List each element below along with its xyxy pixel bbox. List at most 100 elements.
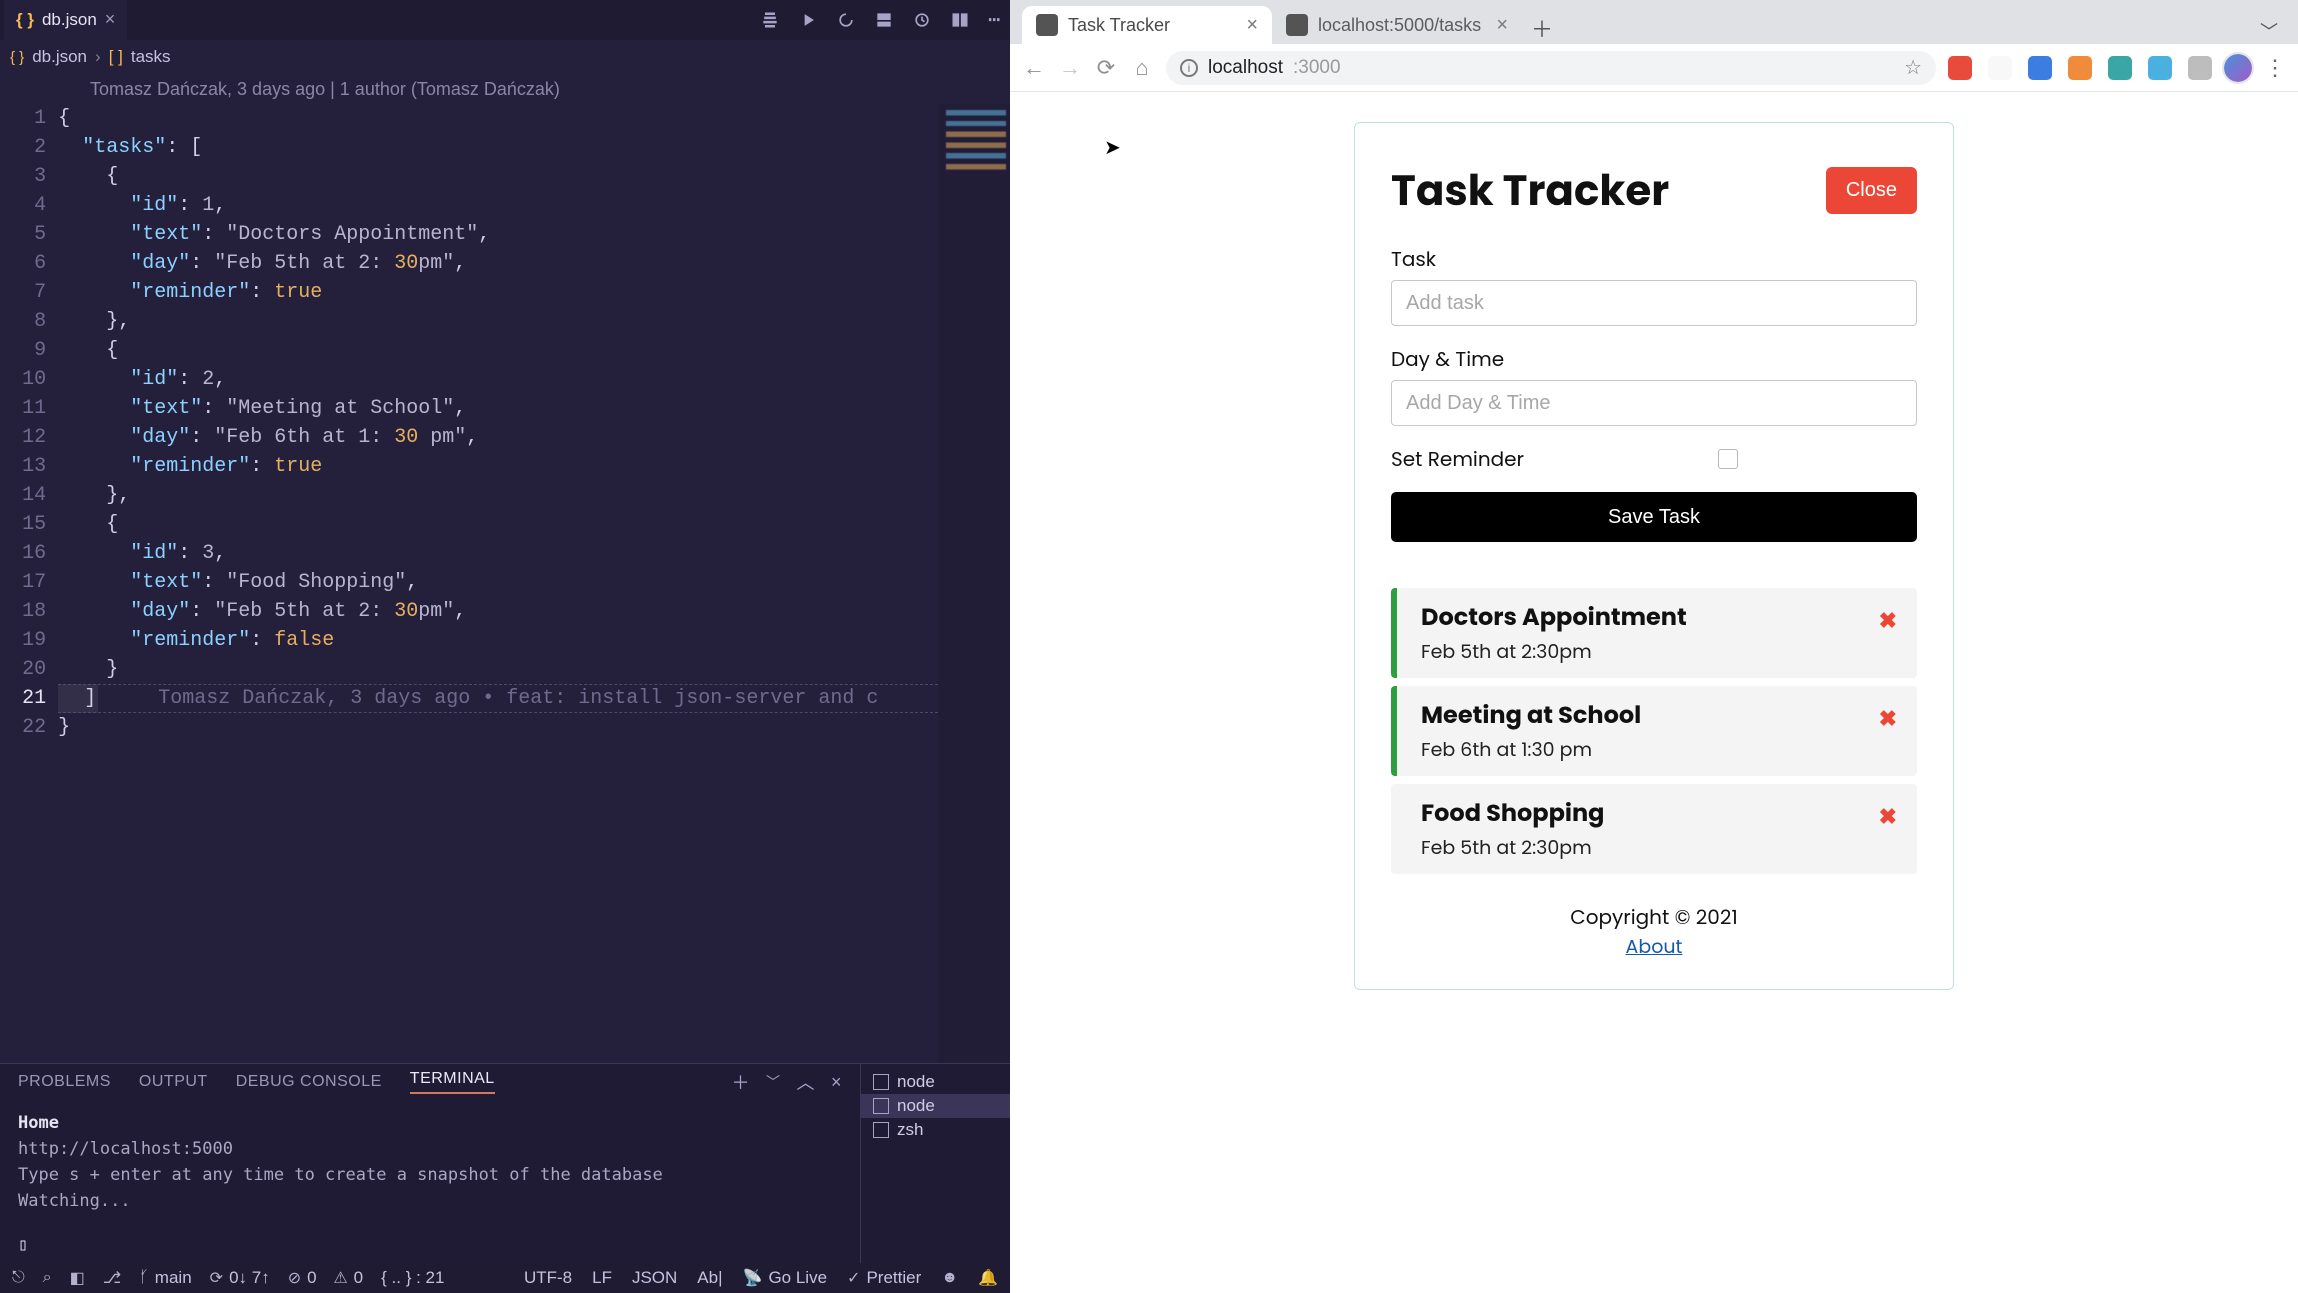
status-prettier[interactable]: ✓Prettier (847, 1268, 921, 1288)
editor-tab-dbjson[interactable]: { } db.json × (4, 0, 127, 40)
browser-tab-json[interactable]: localhost:5000/tasks × (1272, 6, 1522, 44)
terminal-output[interactable]: Homehttp://localhost:5000Type s + enter … (0, 1100, 860, 1235)
array-icon: [ ] (109, 47, 123, 67)
status-branch[interactable]: ᚶmain (139, 1268, 191, 1288)
terminal-item[interactable]: zsh (861, 1118, 1010, 1142)
panel-actions: ＋ ﹀ ︿ × (731, 1069, 842, 1095)
reminder-checkbox[interactable] (1718, 449, 1738, 469)
app-title: Task Tracker (1391, 159, 1669, 222)
task-text: Meeting at School (1421, 698, 1897, 733)
terminal-dropdown-icon[interactable]: ﹀ (766, 1072, 781, 1092)
new-tab-button[interactable]: ＋ (1526, 12, 1558, 44)
task-label: Task (1391, 244, 1917, 274)
close-button[interactable]: Close (1826, 167, 1917, 214)
status-sc[interactable]: ⎇ (103, 1268, 121, 1288)
split-down-icon[interactable] (874, 10, 894, 30)
open-changes-icon[interactable] (912, 10, 932, 30)
url-port: :3000 (1293, 57, 1341, 79)
back-button[interactable]: ← (1022, 55, 1046, 81)
terminal-list: nodenodezsh (860, 1064, 1010, 1263)
panel-tab-output[interactable]: OUTPUT (139, 1073, 208, 1091)
maximize-panel-icon[interactable]: ︿ (796, 1069, 815, 1095)
status-encoding[interactable]: UTF-8 (524, 1268, 572, 1288)
close-tab-icon[interactable]: × (1496, 14, 1508, 37)
close-panel-icon[interactable]: × (831, 1072, 842, 1093)
extension-icon[interactable] (2028, 56, 2052, 80)
extension-icon[interactable] (1948, 56, 1972, 80)
home-button[interactable]: ⌂ (1130, 55, 1154, 81)
tab-list-icon[interactable]: ﹀ (2260, 18, 2278, 44)
status-spell[interactable]: Ab| (697, 1268, 722, 1288)
extension-icon[interactable] (2108, 56, 2132, 80)
profile-avatar[interactable] (2224, 54, 2252, 82)
task-item[interactable]: Meeting at SchoolFeb 6th at 1:30 pm✖ (1391, 686, 1917, 776)
task-item[interactable]: Food ShoppingFeb 5th at 2:30pm✖ (1391, 784, 1917, 874)
copyright: Copyright © 2021 (1391, 902, 1917, 932)
day-input[interactable] (1391, 380, 1917, 426)
browser-tab-strip: Task Tracker × localhost:5000/tasks × ＋ … (1010, 0, 2298, 44)
task-text: Doctors Appointment (1421, 600, 1897, 635)
mouse-cursor: ➤ (1104, 132, 1121, 162)
panel-tab-debug[interactable]: DEBUG CONSOLE (236, 1073, 382, 1091)
site-info-icon[interactable]: i (1180, 59, 1198, 77)
bookmark-icon[interactable]: ☆ (1904, 55, 1922, 80)
editor-body: 12345678910111213141516171819202122 { "t… (0, 104, 1010, 1063)
status-eol[interactable]: LF (592, 1268, 612, 1288)
status-account[interactable]: ◧ (70, 1268, 85, 1288)
task-day: Feb 5th at 2:30pm (1421, 833, 1897, 862)
reload-button[interactable]: ⟳ (1094, 55, 1118, 81)
breadcrumb[interactable]: { } db.json › [ ] tasks (0, 40, 1010, 74)
run-previous-icon[interactable] (760, 10, 780, 30)
terminal-item[interactable]: node (861, 1094, 1010, 1118)
browser-tab-tasktracker[interactable]: Task Tracker × (1022, 6, 1272, 44)
day-label: Day & Time (1391, 344, 1917, 374)
task-list: Doctors AppointmentFeb 5th at 2:30pm✖Mee… (1391, 588, 1917, 874)
task-item[interactable]: Doctors AppointmentFeb 5th at 2:30pm✖ (1391, 588, 1917, 678)
close-tab-icon[interactable]: × (105, 9, 116, 30)
compare-icon[interactable] (836, 10, 856, 30)
delete-task-icon[interactable]: ✖ (1879, 800, 1897, 833)
new-terminal-icon[interactable]: ＋ (731, 1069, 750, 1095)
status-golive[interactable]: 📡Go Live (743, 1268, 828, 1288)
panel-tab-terminal[interactable]: TERMINAL (410, 1070, 495, 1094)
extension-icon[interactable] (2148, 56, 2172, 80)
page: ➤ Task Tracker Close Task Day & Time Set… (1010, 92, 2298, 1293)
delete-task-icon[interactable]: ✖ (1879, 702, 1897, 735)
extension-icon[interactable] (2068, 56, 2092, 80)
about-link[interactable]: About (1626, 933, 1683, 960)
footer: Copyright © 2021 About (1391, 902, 1917, 961)
status-bell[interactable]: 🔔 (978, 1268, 998, 1288)
close-tab-icon[interactable]: × (1246, 14, 1258, 37)
extension-icon[interactable] (1988, 56, 2012, 80)
terminal-item[interactable]: node (861, 1070, 1010, 1094)
url-bar[interactable]: i localhost:3000 ☆ (1166, 51, 1936, 85)
card-header: Task Tracker Close (1391, 159, 1917, 222)
code-area[interactable]: { "tasks": [ { "id": 1, "text": "Doctors… (58, 104, 938, 1063)
panel: PROBLEMS OUTPUT DEBUG CONSOLE TERMINAL ＋… (0, 1063, 1010, 1263)
extension-icon[interactable] (2188, 56, 2212, 80)
task-tracker-card: Task Tracker Close Task Day & Time Set R… (1354, 122, 1954, 990)
save-task-button[interactable]: Save Task (1391, 492, 1917, 542)
delete-task-icon[interactable]: ✖ (1879, 604, 1897, 637)
reminder-label: Set Reminder (1391, 444, 1524, 474)
task-day: Feb 5th at 2:30pm (1421, 637, 1897, 666)
status-lang[interactable]: JSON (632, 1268, 677, 1288)
status-cursor[interactable]: { .. } : 21 (381, 1268, 444, 1288)
status-remote[interactable]: ⎋ (12, 1269, 25, 1287)
status-errors[interactable]: ⊘0 ⚠0 (288, 1268, 363, 1288)
panel-tab-problems[interactable]: PROBLEMS (18, 1073, 111, 1091)
forward-button[interactable]: → (1058, 55, 1082, 81)
status-search[interactable]: ⌕ (43, 1269, 52, 1287)
status-sync[interactable]: ⟳0↓ 7↑ (210, 1268, 270, 1288)
editor-tab-actions: ⋯ (760, 7, 1006, 33)
run-icon[interactable] (798, 10, 818, 30)
panel-tabs: PROBLEMS OUTPUT DEBUG CONSOLE TERMINAL ＋… (0, 1064, 860, 1100)
split-editor-icon[interactable] (950, 10, 970, 30)
terminal-prompt[interactable]: ▯ (0, 1235, 860, 1263)
task-input[interactable] (1391, 280, 1917, 326)
status-feedback[interactable]: ☻ (941, 1269, 958, 1287)
minimap[interactable] (938, 104, 1010, 1063)
chrome-menu-icon[interactable]: ⋮ (2264, 55, 2286, 81)
more-actions-icon[interactable]: ⋯ (988, 7, 1000, 33)
terminal-icon (873, 1122, 889, 1138)
